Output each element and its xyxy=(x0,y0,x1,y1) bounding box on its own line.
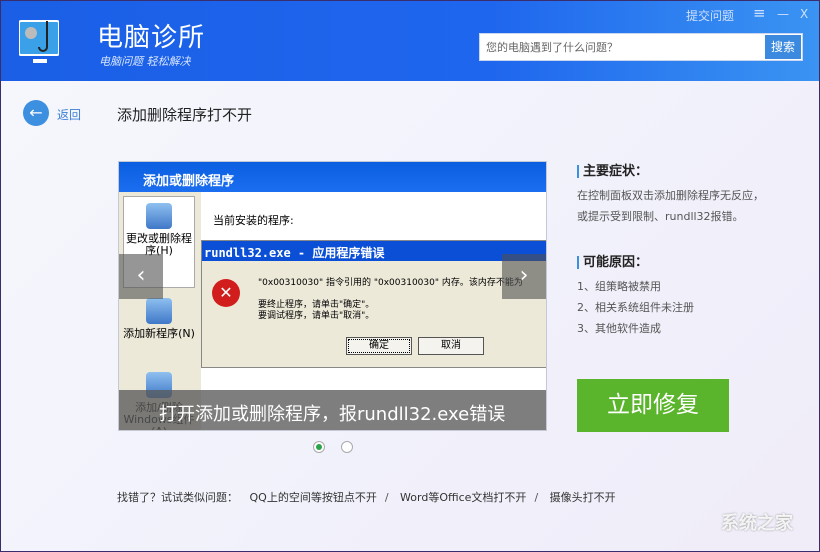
app-window: 电脑诊所 电脑问题 轻松解决 提交问题 ≡ — X 搜索 ← 返回 添加删除程序… xyxy=(0,0,820,552)
menu-icon[interactable]: ≡ xyxy=(753,4,766,22)
ok-button: 确定 xyxy=(346,337,412,355)
carousel-dot-1[interactable] xyxy=(313,441,325,453)
minimize-icon[interactable]: — xyxy=(777,7,789,21)
error-icon: ✕ xyxy=(212,279,240,307)
watermark: 系统之家 xyxy=(721,513,793,534)
close-icon[interactable]: X xyxy=(800,7,808,21)
dialog-title: rundll32.exe - 应用程序错误 xyxy=(202,241,546,261)
fix-now-button[interactable]: 立即修复 xyxy=(577,379,729,432)
xp-window-title: 添加或删除程序 xyxy=(119,162,546,192)
dialog-message: "0x00310030" 指令引用的 "0x00310030" 内存。该内存不能… xyxy=(258,278,523,288)
symptoms-heading: 主要症状： xyxy=(577,165,648,178)
separator: / xyxy=(384,491,389,504)
separator: / xyxy=(534,491,539,504)
app-title: 电脑诊所 xyxy=(97,23,206,53)
causes-heading: 可能原因： xyxy=(577,256,648,269)
prev-slide-button[interactable]: ‹ xyxy=(119,254,163,299)
page-title: 添加删除程序打不开 xyxy=(117,106,253,124)
cancel-button: 取消 xyxy=(418,337,484,355)
slide-caption: 打开添加或删除程序，报rundll32.exe错误 xyxy=(119,390,546,430)
search-box: 搜索 xyxy=(479,33,803,61)
stethoscope-monitor-icon xyxy=(19,20,59,63)
search-button[interactable]: 搜索 xyxy=(765,35,801,59)
symptoms-text: 在控制面板双击添加删除程序无反应，或提示受到限制、rundll32报错。 xyxy=(577,189,764,223)
app-subtitle: 电脑问题 轻松解决 xyxy=(99,55,191,68)
related-issues: 找错了？试试类似问题： QQ上的空间等按钮点不开 / Word等Office文档打… xyxy=(117,489,624,505)
submit-issue-link[interactable]: 提交问题 xyxy=(686,7,734,24)
related-link[interactable]: QQ上的空间等按钮点不开 xyxy=(250,491,377,504)
cause-item: 2、相关系统组件未注册 xyxy=(577,301,694,314)
xp-side-label: 添加新程序(N) xyxy=(123,327,195,340)
next-slide-button[interactable]: › xyxy=(502,254,546,299)
related-link[interactable]: Word等Office文档打不开 xyxy=(400,491,526,504)
programs-icon xyxy=(146,203,172,229)
xp-side-item: 添加新程序(N) xyxy=(123,292,195,340)
add-program-icon xyxy=(146,298,172,324)
related-link[interactable]: 摄像头打不开 xyxy=(550,491,616,504)
screenshot-carousel: 添加或删除程序 更改或删除程序(H) 添加新程序(N) 添加/删除Windows… xyxy=(118,161,547,431)
back-link[interactable]: 返回 xyxy=(57,106,81,123)
back-arrow-icon[interactable]: ← xyxy=(23,100,49,126)
related-label: 找错了？试试类似问题： xyxy=(117,491,238,504)
cause-item: 3、其他软件造成 xyxy=(577,322,661,335)
installed-label: 当前安装的程序: xyxy=(213,214,294,227)
error-dialog: rundll32.exe - 应用程序错误 ✕ "0x00310030" 指令引… xyxy=(201,240,546,368)
header: 电脑诊所 电脑问题 轻松解决 提交问题 ≡ — X 搜索 xyxy=(1,1,819,81)
carousel-dot-2[interactable] xyxy=(341,441,353,453)
search-input[interactable] xyxy=(480,34,762,60)
cause-item: 1、组策略被禁用 xyxy=(577,280,661,293)
dialog-line: 要调试程序，请单击"取消"。 xyxy=(258,311,375,321)
